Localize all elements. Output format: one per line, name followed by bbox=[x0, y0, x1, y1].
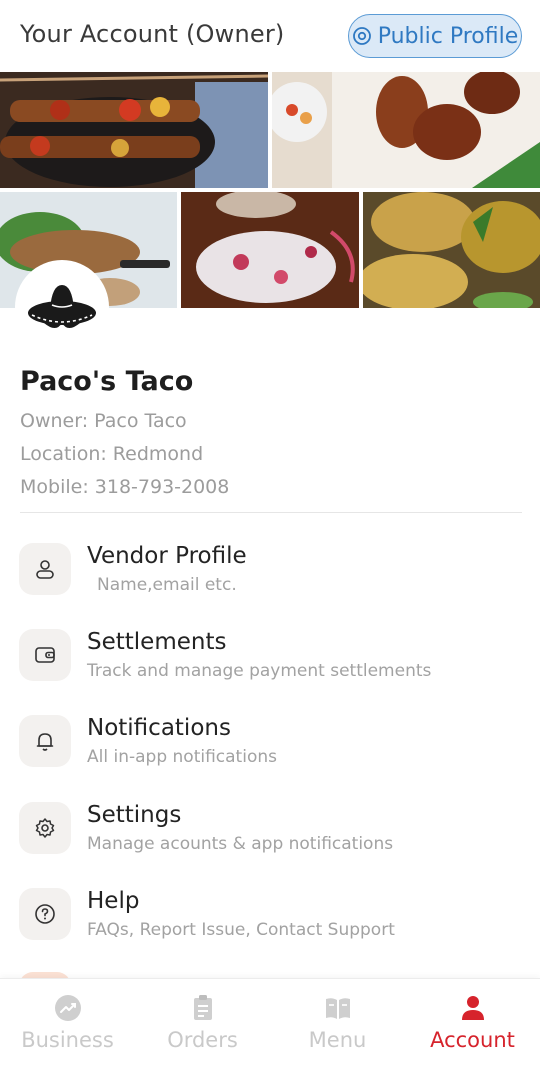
vendor-mobile: Mobile: 318-793-2008 bbox=[20, 476, 230, 498]
menu-item-subtitle: Name,email etc. bbox=[97, 575, 237, 595]
banner-photo-kebabs bbox=[0, 72, 268, 188]
tab-account[interactable]: Account bbox=[405, 979, 540, 1067]
menu-item-help[interactable]: Help FAQs, Report Issue, Contact Support bbox=[19, 888, 524, 944]
sombrero-icon bbox=[28, 285, 96, 328]
tab-label: Menu bbox=[308, 1028, 367, 1052]
menu-item-subtitle: All in-app notifications bbox=[87, 747, 277, 767]
page-title: Your Account (Owner) bbox=[20, 20, 285, 48]
public-profile-button[interactable]: Public Profile bbox=[348, 14, 522, 58]
tab-label: Business bbox=[21, 1028, 114, 1052]
clipboard-icon bbox=[193, 995, 212, 1020]
banner-photo-patties bbox=[363, 192, 540, 308]
tab-menu[interactable]: Menu bbox=[270, 979, 405, 1067]
menu-item-title: Settings bbox=[87, 802, 182, 828]
menu-item-title: Vendor Profile bbox=[87, 543, 247, 569]
tab-label: Account bbox=[430, 1028, 515, 1052]
menu-item-subtitle: FAQs, Report Issue, Contact Support bbox=[87, 920, 395, 940]
user-icon bbox=[36, 560, 54, 579]
vendor-name: Paco's Taco bbox=[20, 366, 194, 397]
info-divider bbox=[20, 512, 522, 513]
vendor-avatar bbox=[17, 262, 107, 352]
vendor-owner: Owner: Paco Taco bbox=[20, 410, 187, 432]
menu-item-title: Help bbox=[87, 888, 140, 914]
menu-item-notifications[interactable]: Notifications All in-app notifications bbox=[19, 715, 524, 771]
public-profile-label: Public Profile bbox=[377, 23, 519, 49]
menu-item-settings[interactable]: Settings Manage acounts & app notificati… bbox=[19, 802, 524, 858]
person-icon bbox=[461, 996, 484, 1020]
tab-business[interactable]: Business bbox=[0, 979, 135, 1067]
menu-item-settlements[interactable]: Settlements Track and manage payment set… bbox=[19, 629, 524, 685]
menu-item-title: Settlements bbox=[87, 629, 227, 655]
help-icon bbox=[35, 904, 55, 924]
bottom-tab-bar: Business Orders Menu Account bbox=[0, 978, 540, 1067]
bell-icon bbox=[36, 733, 54, 751]
menu-item-vendor-profile[interactable]: Vendor Profile Name,email etc. bbox=[19, 543, 524, 599]
banner-photo-wings bbox=[272, 72, 540, 188]
eye-icon bbox=[352, 27, 371, 45]
tab-orders[interactable]: Orders bbox=[135, 979, 270, 1067]
gear-icon bbox=[35, 818, 55, 838]
banner-photo-salad bbox=[181, 192, 359, 308]
menu-item-subtitle: Track and manage payment settlements bbox=[87, 661, 432, 681]
menu-item-title: Notifications bbox=[87, 715, 231, 741]
wallet-icon bbox=[35, 647, 55, 663]
menu-item-subtitle: Manage acounts & app notifications bbox=[87, 834, 394, 854]
top-header: Your Account (Owner) Public Profile bbox=[0, 0, 540, 72]
tab-label: Orders bbox=[167, 1028, 238, 1052]
vendor-location: Location: Redmond bbox=[20, 443, 204, 465]
book-icon bbox=[325, 998, 350, 1019]
chart-icon bbox=[54, 995, 81, 1021]
